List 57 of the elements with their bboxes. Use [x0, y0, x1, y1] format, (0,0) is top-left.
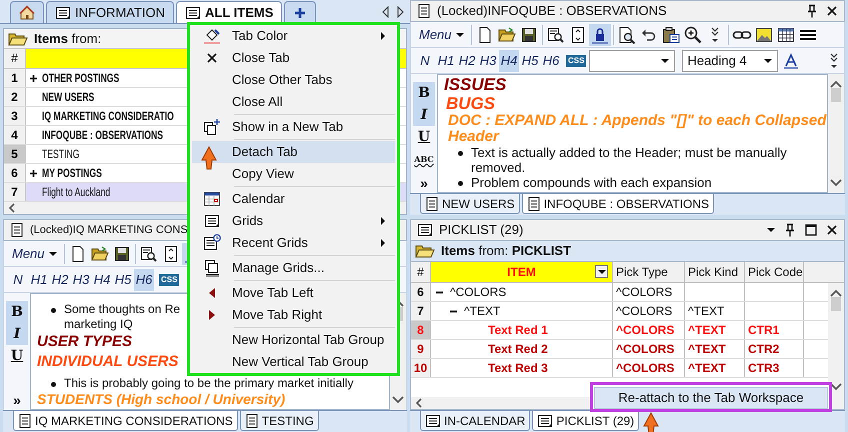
row-number: 8: [411, 321, 431, 339]
bullet-text: Some thoughts on Re marketing IQ: [64, 302, 180, 332]
pane-title: (Locked)IQ MARKETING CONS: [30, 222, 188, 238]
table-cell-text: IQ MARKETING CONSIDERATIO: [42, 108, 174, 125]
table-cell: CTR3: [745, 359, 804, 377]
table-cell: ^COLORS: [613, 359, 685, 377]
column-header: #: [4, 49, 26, 69]
table-cell: ^TEXT: [685, 302, 745, 320]
table-cell-text: MY POSTINGS: [42, 165, 102, 182]
heading-2: INDIVIDUAL USERS: [37, 352, 178, 372]
heading-3: DOC : EXPAND ALL : Appends "[]" to each Collapsed Header: [447, 113, 827, 145]
table-cell-text: NEW USERS: [42, 89, 94, 106]
table-cell-text: TESTING: [42, 146, 80, 163]
table-cell-text: Text Red 1: [488, 322, 548, 339]
table-cell: ^TEXT: [685, 359, 745, 377]
table-cell: ^TEXT: [685, 321, 745, 339]
column-header: ITEM: [431, 262, 613, 283]
table-cell: ^COLORS: [613, 340, 685, 358]
pane-title: PICKLIST (29): [439, 221, 524, 240]
row-number: 6: [411, 283, 431, 301]
table-cell-text: Flight to Auckland: [42, 184, 110, 201]
bullet-text: Text is actually added to the Header; must be manually removed.: [471, 145, 788, 175]
row-number: 7: [411, 302, 431, 320]
row-number: 1: [4, 69, 26, 87]
table-cell: ^COLORS: [613, 283, 685, 301]
source-label: Items from: PICKLIST: [441, 242, 572, 260]
bullet-text: Problem compounds with each expansion: [471, 175, 712, 190]
bullet-text: This is probably going to be the primary market initially: [64, 376, 354, 391]
table-cell-text: INFOQUBE : OBSERVATIONS: [42, 127, 163, 144]
source-label: Items from:: [34, 30, 102, 48]
pane-title: (Locked)INFOQUBE : OBSERVATIONS: [437, 2, 667, 20]
row-number: 5: [4, 145, 26, 163]
table-cell: CTR1: [745, 321, 804, 339]
row-number: 2: [4, 88, 26, 106]
table-cell-text: ^TEXT: [464, 303, 500, 320]
table-cell: CTR2: [745, 340, 804, 358]
table-cell-text: Text Red 2: [488, 341, 548, 358]
row-number: 9: [411, 340, 431, 358]
table-cell: ^COLORS: [613, 302, 685, 320]
table-cell-text: OTHER POSTINGS: [42, 70, 120, 87]
heading-2: BUGS: [445, 94, 496, 113]
table-cell-text: Text Red 3: [488, 360, 548, 377]
row-number: 3: [4, 107, 26, 125]
column-header: Pick Type: [613, 262, 685, 283]
table-cell: ^COLORS: [613, 321, 685, 339]
row-number: 6: [4, 164, 26, 182]
heading-3: STUDENTS (High school / University): [37, 391, 286, 408]
row-number: 7: [4, 183, 26, 201]
heading-1: USER TYPES: [37, 332, 132, 352]
row-number: 10: [411, 359, 431, 377]
row-number: 4: [4, 126, 26, 144]
column-header: Pick Code: [745, 262, 804, 283]
column-header: Pick Kind: [685, 262, 745, 283]
table-cell: ^TEXT: [685, 340, 745, 358]
heading-1: ISSUES: [444, 75, 506, 94]
column-header: #: [411, 262, 431, 283]
table-cell-text: ^COLORS: [450, 284, 506, 301]
